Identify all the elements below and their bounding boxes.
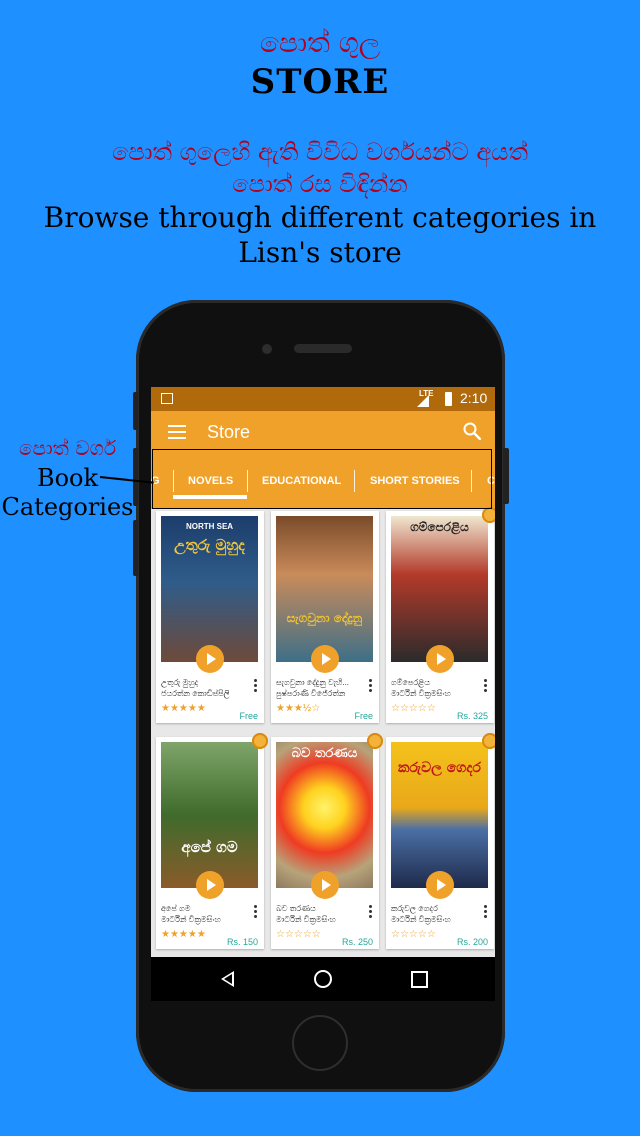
- book-rating: ★★★½☆: [276, 703, 321, 714]
- back-icon[interactable]: [221, 971, 234, 987]
- book-price: Rs. 250: [341, 937, 373, 947]
- book-cover: උතුරු මුහුද NORTH SEA: [161, 516, 258, 662]
- description-english-line2: Lisn's store: [238, 236, 402, 269]
- title-sinhala: පොත් ගුල: [259, 26, 381, 59]
- earpiece-speaker: [294, 344, 352, 353]
- book-price: Rs. 150: [226, 937, 258, 947]
- book-rating: ☆☆☆☆☆: [276, 929, 321, 940]
- callout-label-sinhala: පොත් වර්ග: [18, 436, 117, 460]
- status-time: 2:10: [460, 390, 488, 406]
- book-price: Rs. 325: [456, 711, 488, 721]
- categories-highlight-box: [152, 449, 492, 509]
- status-bar: LTE 2:10: [151, 387, 495, 411]
- phone-volume-button: [133, 392, 138, 430]
- book-card[interactable]: අපේ ගම අපේ ගම මාර්ටින් වික්‍රමසිංහ ★★★★★…: [156, 733, 268, 949]
- book-card[interactable]: උතුරු මුහුද NORTH SEA උතුරු මුහුද ජයරත්න…: [156, 511, 264, 723]
- title-english: STORE: [250, 62, 390, 102]
- play-icon[interactable]: [196, 645, 224, 673]
- app-bar-title: Store: [207, 422, 251, 442]
- more-vert-icon[interactable]: [369, 679, 373, 694]
- book-price: Free: [239, 711, 258, 721]
- book-author: ජයරත්න කොඩිප්පිලි: [161, 689, 230, 698]
- book-rating: ★★★★★: [161, 929, 206, 940]
- callout-label-english-line2: Categories: [1, 493, 134, 521]
- book-author: මාර්ටින් වික්‍රමසිංහ: [161, 915, 221, 924]
- book-rating: ☆☆☆☆☆: [391, 929, 436, 940]
- more-vert-icon[interactable]: [484, 905, 488, 920]
- book-card[interactable]: ගම්පෙරළිය ගම්පෙරළිය මාර්ටින් වික්‍රමසිංහ…: [386, 507, 495, 723]
- front-camera: [262, 344, 272, 354]
- book-author: මාර්ටින් වික්‍රමසිංහ: [391, 915, 451, 924]
- book-cover: බව තරණය: [276, 742, 373, 888]
- more-vert-icon[interactable]: [484, 679, 488, 694]
- search-icon[interactable]: [463, 422, 481, 440]
- play-icon[interactable]: [196, 871, 224, 899]
- book-title: උතුරු මුහුද: [161, 678, 199, 687]
- book-card[interactable]: සැගවුනා දේදුනු සැගවුනා දේදුනු වැහි... පු…: [271, 511, 379, 723]
- book-title: සැගවුනා දේදුනු වැහි...: [276, 678, 350, 687]
- book-title: බව තරණය: [276, 904, 316, 913]
- play-icon[interactable]: [311, 645, 339, 673]
- description-sinhala-line2: පොත් රස විඳින්න: [232, 170, 408, 198]
- phone-power-button: [503, 448, 509, 504]
- book-title: අපේ ගම: [161, 904, 191, 913]
- more-vert-icon[interactable]: [254, 905, 258, 920]
- book-cover: සැගවුනා දේදුනු: [276, 516, 373, 662]
- award-badge-icon: [482, 733, 495, 749]
- award-badge-icon: [252, 733, 268, 749]
- network-type: LTE: [419, 389, 434, 398]
- app-bar: Store: [151, 411, 495, 453]
- more-vert-icon[interactable]: [254, 679, 258, 694]
- book-author: මාර්ටින් වික්‍රමසිංහ: [276, 915, 336, 924]
- home-icon[interactable]: [314, 970, 332, 988]
- android-nav-bar: [151, 957, 495, 1001]
- book-price: Free: [354, 711, 373, 721]
- book-rating: ★★★★★: [161, 703, 206, 714]
- phone-side-button: [133, 520, 138, 576]
- book-title: කරුවල ගෙදර: [391, 904, 438, 913]
- book-card[interactable]: කරුවල ගෙදර කරුවල ගෙදර මාර්ටින් වික්‍රමසි…: [386, 733, 495, 949]
- book-card[interactable]: බව තරණය බව තරණය මාර්ටින් වික්‍රමසිංහ ☆☆☆…: [271, 733, 383, 949]
- book-cover: අපේ ගම: [161, 742, 258, 888]
- description-english-line1: Browse through different categories in: [43, 201, 597, 234]
- more-vert-icon[interactable]: [369, 905, 373, 920]
- description-sinhala-line1: පොත් ගුලෙහි ඇති විවිධ වර්ගයන්ට අයත්: [112, 138, 528, 166]
- play-icon[interactable]: [426, 871, 454, 899]
- book-title: ගම්පෙරළිය: [391, 678, 431, 687]
- cover-subtitle: NORTH SEA: [185, 522, 234, 531]
- image-notification-icon: [161, 393, 173, 404]
- battery-icon: [445, 392, 452, 406]
- recents-icon[interactable]: [411, 971, 428, 988]
- award-badge-icon: [482, 507, 495, 523]
- menu-icon[interactable]: [168, 425, 186, 439]
- play-icon[interactable]: [426, 645, 454, 673]
- book-author: මාර්ටින් වික්‍රමසිංහ: [391, 689, 451, 698]
- book-rating: ☆☆☆☆☆: [391, 703, 436, 714]
- book-cover: ගම්පෙරළිය: [391, 516, 488, 662]
- play-icon[interactable]: [311, 871, 339, 899]
- book-cover: කරුවල ගෙදර: [391, 742, 488, 888]
- award-badge-icon: [367, 733, 383, 749]
- book-price: Rs. 200: [456, 937, 488, 947]
- book-author: පුෂ්පරාණි විජේරත්න: [276, 689, 346, 698]
- phone-home-button: [292, 1015, 348, 1071]
